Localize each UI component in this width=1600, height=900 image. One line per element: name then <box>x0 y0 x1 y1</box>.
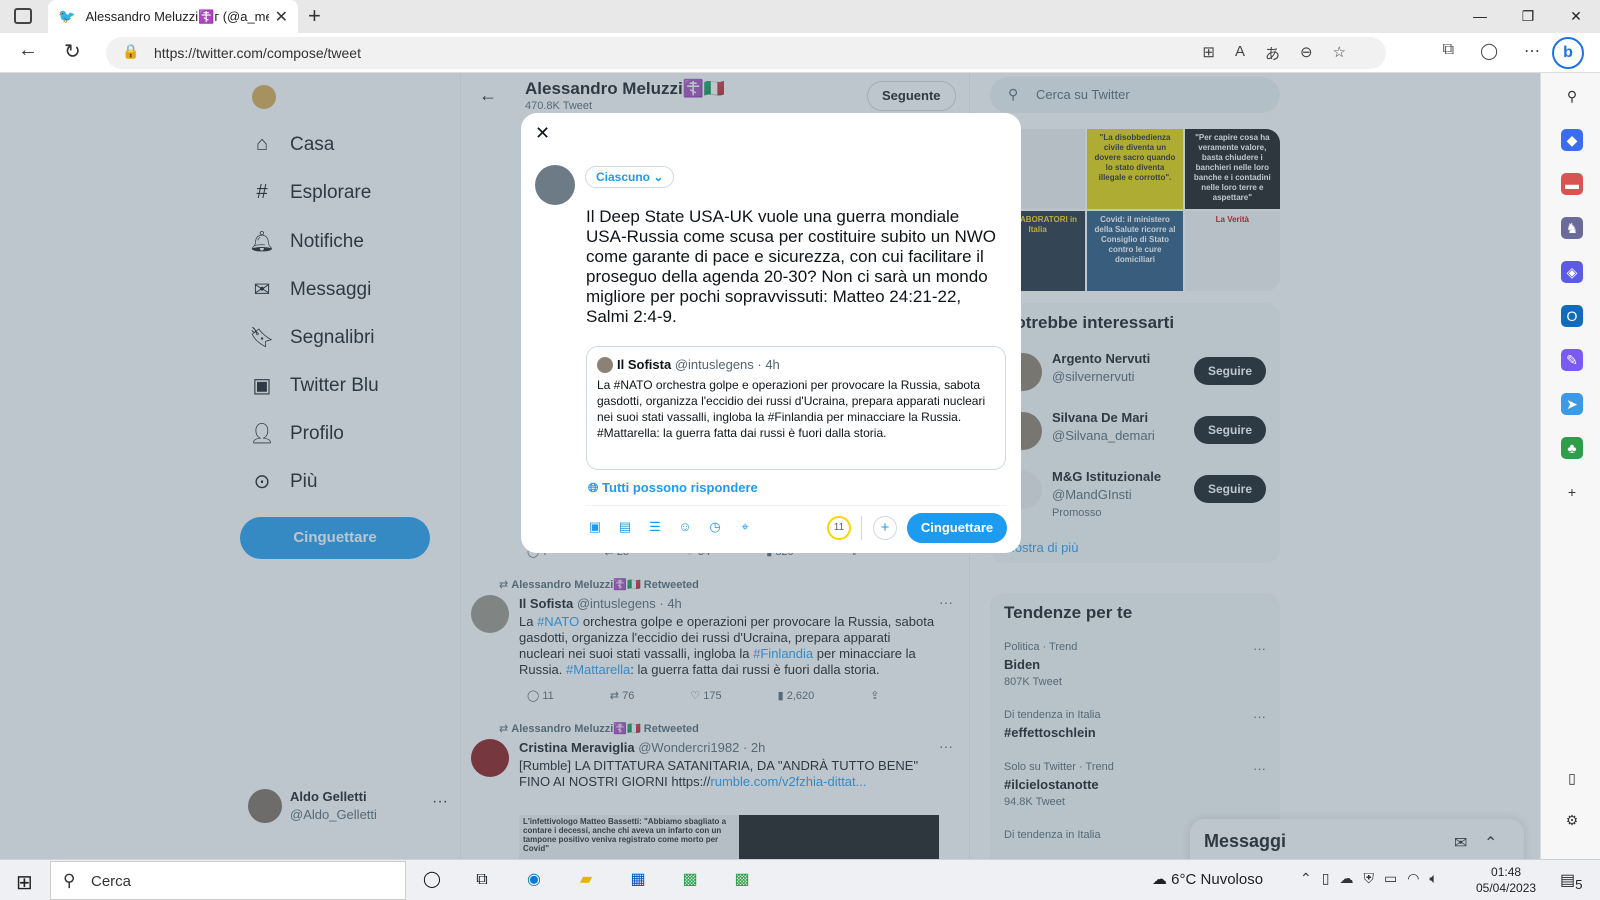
tab-actions-icon[interactable] <box>14 8 32 24</box>
system-tray: ⌃ ▯ ☁ ⛨ ▭ ◠ 🔈︎ <box>1300 870 1438 887</box>
twitter-favicon-icon: 🐦 <box>58 8 76 24</box>
browser-actions: ⧉ ◯ ⋯ <box>1443 41 1540 61</box>
edge-sidebar: ⚲ ◆ ▬ ♞ ◈ O ✎ ➤ ♣ + ▯ ⚙ <box>1540 73 1600 859</box>
tree-icon[interactable]: ♣ <box>1561 437 1583 459</box>
settings-more-icon[interactable]: ⋯ <box>1524 41 1540 61</box>
image-icon[interactable]: ▣ <box>587 519 603 535</box>
url-tools: ⊞ A あ ⊖ ☆ <box>1202 43 1346 64</box>
divider <box>861 516 862 540</box>
location-icon[interactable]: ⌖ <box>737 519 753 535</box>
windows-start-icon[interactable]: ⊞ <box>16 870 33 895</box>
avatar[interactable] <box>535 165 575 205</box>
designer-icon[interactable]: ✎ <box>1561 349 1583 371</box>
outlook-icon[interactable]: O <box>1561 305 1583 327</box>
quoted-tweet[interactable]: Il Sofista @intuslegens · 4h La #NATO or… <box>586 346 1006 470</box>
close-window-button[interactable]: ✕ <box>1552 0 1600 33</box>
lock-icon[interactable]: 🔒 <box>122 43 139 60</box>
back-arrow-icon[interactable]: ← <box>18 39 38 62</box>
volume-icon[interactable]: 🔈︎ <box>1429 870 1437 887</box>
audience-selector[interactable]: Ciascuno ⌄ <box>585 166 675 188</box>
schedule-icon[interactable]: ◷ <box>707 519 723 535</box>
cloud-icon: ☁ <box>1152 871 1167 888</box>
chevron-down-icon: ⌄ <box>653 170 664 184</box>
clock[interactable]: 01:48 05/04/2023 <box>1476 864 1536 896</box>
wifi-icon[interactable]: ◠ <box>1407 870 1419 887</box>
shopping-icon[interactable]: ◆ <box>1561 129 1583 151</box>
minimize-button[interactable]: — <box>1456 0 1504 33</box>
reply-setting[interactable]: 🌐︎ Tutti possono rispondere <box>588 480 758 496</box>
file-explorer-icon[interactable]: ▰ <box>574 868 598 892</box>
tab-title: Alessandro Meluzzi☦️ᴦ (@a_me <box>85 8 269 24</box>
browser-tab-bar: 🐦 Alessandro Meluzzi☦️ᴦ (@a_me ✕ + — ❐ ✕ <box>0 0 1600 33</box>
url-text[interactable]: https://twitter.com/compose/tweet <box>154 45 361 61</box>
send-tweet-button[interactable]: Cinguettare <box>907 513 1007 543</box>
browser-toolbar: ← ↻ 🔒 https://twitter.com/compose/tweet … <box>0 33 1600 73</box>
send-icon[interactable]: ➤ <box>1561 393 1583 415</box>
games-icon[interactable]: ♞ <box>1561 217 1583 239</box>
quoted-tweet-header: Il Sofista @intuslegens · 4h <box>617 357 780 372</box>
app-icon[interactable]: ▩ <box>730 868 754 892</box>
collections-icon[interactable]: ⧉ <box>1443 41 1454 61</box>
compose-toolbar: ▣ ▤ ☰ ☺ ◷ ⌖ <box>587 519 753 535</box>
close-tab-icon[interactable]: ✕ <box>275 7 288 27</box>
add-thread-button[interactable]: + <box>873 516 897 540</box>
battery-icon[interactable]: ▭ <box>1384 870 1397 887</box>
new-tab-button[interactable]: + <box>308 3 321 29</box>
quoted-tweet-text: La #NATO orchestra golpe e operazioni pe… <box>597 378 986 440</box>
chevron-up-icon[interactable]: ⌃ <box>1300 870 1312 887</box>
globe-icon: 🌐︎ <box>588 480 599 495</box>
profile-icon[interactable]: ◯ <box>1480 41 1498 61</box>
onedrive-icon[interactable]: ☁ <box>1339 870 1353 887</box>
weather-widget[interactable]: ☁ 6°C Nuvoloso <box>1152 870 1263 888</box>
security-icon[interactable]: ⛨ <box>1363 870 1374 887</box>
zoom-icon[interactable]: ⊖ <box>1300 43 1313 64</box>
edge-icon[interactable]: ◉ <box>522 868 546 892</box>
refresh-icon[interactable]: ↻ <box>64 39 81 64</box>
search-icon[interactable]: ⚲ <box>1561 85 1583 107</box>
poll-icon[interactable]: ☰ <box>647 519 663 535</box>
task-view-icon[interactable]: ⧉ <box>470 868 494 892</box>
add-icon[interactable]: + <box>1561 481 1583 503</box>
microsoft365-icon[interactable]: ◈ <box>1561 261 1583 283</box>
tweet-textarea[interactable]: Il Deep State USA-UK vuole una guerra mo… <box>586 207 1004 327</box>
character-counter: 11 <box>827 516 851 540</box>
browser-tab-active[interactable]: 🐦 Alessandro Meluzzi☦️ᴦ (@a_me ✕ <box>48 0 298 33</box>
cortana-icon[interactable]: ◯ <box>420 868 444 892</box>
avatar <box>597 357 613 373</box>
favorite-star-icon[interactable]: ☆ <box>1333 43 1346 64</box>
emoji-icon[interactable]: ☺ <box>677 519 693 535</box>
app-icon[interactable]: ▩ <box>678 868 702 892</box>
search-icon: ⚲ <box>63 871 76 890</box>
device-icon[interactable]: ▯ <box>1322 870 1330 887</box>
taskbar-search[interactable]: ⚲ Cerca <box>50 861 406 900</box>
app-available-icon[interactable]: ⊞ <box>1202 43 1215 64</box>
restore-button[interactable]: ❐ <box>1504 0 1552 33</box>
windows-taskbar: ⊞ ⚲ Cerca ◯ ⧉ ◉ ▰ ▦ ▩ ▩ ☁ 6°C Nuvoloso ⌃… <box>0 859 1600 900</box>
gif-icon[interactable]: ▤ <box>617 519 633 535</box>
close-icon[interactable]: ✕ <box>535 123 550 144</box>
gear-icon[interactable]: ⚙ <box>1561 809 1583 831</box>
translate-icon[interactable]: あ <box>1265 43 1280 64</box>
store-icon[interactable]: ▦ <box>626 868 650 892</box>
window-controls: — ❐ ✕ <box>1456 0 1600 33</box>
notifications-icon[interactable]: ▤5 <box>1560 870 1583 892</box>
sidebar-toggle-icon[interactable]: ▯ <box>1561 767 1583 789</box>
tools-icon[interactable]: ▬ <box>1561 173 1583 195</box>
divider <box>586 505 1006 506</box>
address-bar[interactable]: 🔒 https://twitter.com/compose/tweet ⊞ A … <box>106 37 1386 69</box>
bing-chat-icon[interactable]: b <box>1552 37 1584 69</box>
read-aloud-icon[interactable]: A <box>1235 43 1245 64</box>
compose-tweet-dialog: ✕ Ciascuno ⌄ Il Deep State USA-UK vuole … <box>521 113 1021 553</box>
